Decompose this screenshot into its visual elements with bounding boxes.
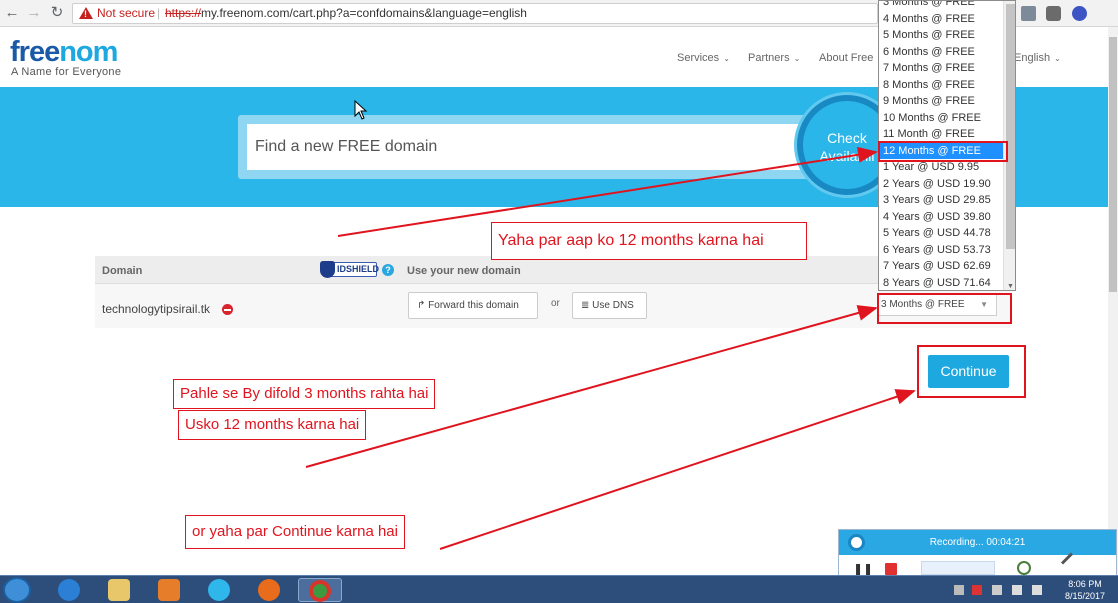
audio-meter bbox=[921, 561, 995, 575]
tray-network-icon[interactable] bbox=[1012, 585, 1022, 595]
recorder-logo-icon bbox=[848, 534, 865, 551]
taskbar-firefox-icon[interactable] bbox=[248, 578, 292, 602]
zoom-icon[interactable] bbox=[1017, 561, 1031, 575]
recording-widget: Recording... 00:04:21 ❚❚ bbox=[838, 529, 1117, 576]
arrow-to-continue bbox=[439, 389, 916, 550]
tray-up-icon[interactable] bbox=[954, 585, 964, 595]
taskbar-media-icon[interactable] bbox=[148, 578, 192, 602]
pause-icon[interactable]: ❚❚ bbox=[853, 562, 873, 576]
annotation-note-3: Usko 12 months karna hai bbox=[178, 410, 367, 440]
clock-time: 8:06 PM bbox=[1068, 579, 1102, 589]
annotation-note-4: or yaha par Continue karna hai bbox=[185, 515, 405, 549]
screenshot-root: ← → ↻ ! Not secure | https:// my.freenom… bbox=[0, 0, 1118, 603]
system-clock[interactable]: 8:06 PM 8/15/2017 bbox=[1056, 578, 1114, 602]
annotation-arrows bbox=[305, 146, 916, 550]
taskbar-explorer-icon[interactable] bbox=[98, 578, 142, 602]
clock-date: 8/15/2017 bbox=[1064, 591, 1106, 601]
recording-status: Recording... 00:04:21 bbox=[839, 530, 1116, 555]
annotation-note-2: Pahle se By difold 3 months rahta hai bbox=[173, 379, 436, 409]
start-button-icon[interactable] bbox=[3, 577, 31, 603]
tray-flag-icon[interactable] bbox=[972, 585, 982, 595]
annotation-note-1: Yaha par aap ko 12 months karna hai bbox=[491, 222, 807, 260]
taskbar-camtasia-icon[interactable] bbox=[198, 578, 242, 602]
windows-taskbar: 8:06 PM 8/15/2017 bbox=[0, 575, 1118, 603]
stop-icon[interactable] bbox=[885, 563, 897, 575]
tray-volume-icon[interactable] bbox=[1032, 585, 1042, 595]
tray-security-icon[interactable] bbox=[992, 585, 1002, 595]
taskbar-chrome-icon[interactable] bbox=[298, 578, 342, 602]
taskbar-ie-icon[interactable] bbox=[48, 578, 92, 602]
